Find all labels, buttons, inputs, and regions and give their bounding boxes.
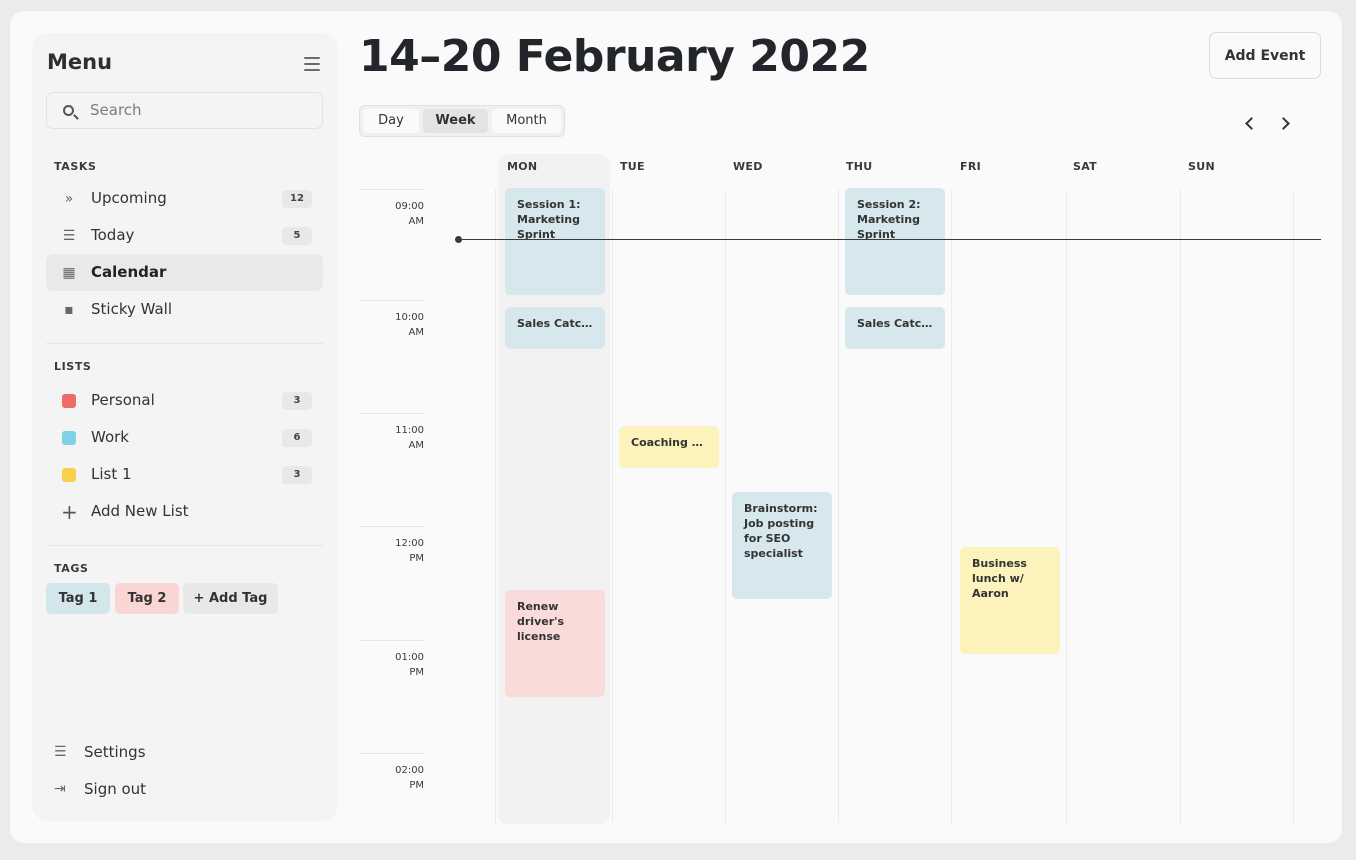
list-color-swatch (62, 394, 76, 408)
sidebar-item-label: Work (91, 428, 129, 446)
event-brainstorm-job-posting[interactable]: Brainstorm: Job posting for SEO speciali… (732, 492, 832, 599)
sign-out-button[interactable]: ⇥ Sign out (46, 774, 323, 804)
double-chevron-right-icon: » (64, 191, 74, 207)
view-day-button[interactable]: Day (363, 109, 419, 133)
view-week-button[interactable]: Week (423, 109, 488, 133)
tag-2-chip[interactable]: Tag 2 (115, 583, 179, 614)
count-badge: 5 (282, 227, 312, 245)
sidebar-item-upcoming[interactable]: » Upcoming 12 (46, 180, 323, 217)
list-color-swatch (62, 431, 76, 445)
previous-week-arrow-icon[interactable] (1242, 115, 1256, 131)
time-label-1000: 10:00 AM (395, 312, 424, 338)
event-session-2-marketing-sprint[interactable]: Session 2: Marketing Sprint (845, 188, 945, 295)
event-renew-drivers-license[interactable]: Renew driver's license (505, 590, 605, 697)
divider (46, 343, 323, 344)
search-input[interactable] (90, 101, 310, 119)
day-header-tue: TUE (620, 160, 645, 173)
time-label-1100: 11:00 AM (395, 425, 424, 451)
event-coaching-session[interactable]: Coaching s... (619, 426, 719, 468)
sidebar-item-label: Sticky Wall (91, 300, 173, 318)
view-month-button[interactable]: Month (492, 109, 561, 133)
day-header-sat: SAT (1073, 160, 1097, 173)
tags-section-label: TAGS (54, 562, 89, 575)
hour-line (360, 640, 424, 641)
grid-line (951, 189, 952, 823)
event-session-1-marketing-sprint[interactable]: Session 1: Marketing Sprint (505, 188, 605, 295)
day-header-wed: WED (733, 160, 763, 173)
view-switcher: Day Week Month (359, 105, 565, 137)
day-header-mon: MON (507, 160, 538, 173)
day-header-thu: THU (846, 160, 873, 173)
hamburger-menu-icon[interactable] (304, 57, 320, 71)
hour-line (360, 300, 424, 301)
list-color-swatch (62, 468, 76, 482)
day-header-fri: FRI (960, 160, 981, 173)
sidebar: Menu TASKS » Upcoming 12 ☰ Today 5 ▦ Cal… (32, 33, 338, 821)
settings-label: Settings (84, 743, 146, 761)
day-header-sun: SUN (1188, 160, 1215, 173)
event-sales-catch-up-mon[interactable]: Sales Catch... (505, 307, 605, 349)
lists-section-label: LISTS (54, 360, 92, 373)
settings-button[interactable]: ☰ Settings (46, 737, 323, 767)
sidebar-item-today[interactable]: ☰ Today 5 (46, 217, 323, 254)
grid-line (1293, 189, 1294, 823)
grid-line (1066, 189, 1067, 823)
sidebar-item-label: List 1 (91, 465, 132, 483)
add-tag-button[interactable]: + Add Tag (183, 583, 278, 614)
event-business-lunch-aaron[interactable]: Business lunch w/ Aaron (960, 547, 1060, 654)
event-sales-catch-up-thu[interactable]: Sales Catch... (845, 307, 945, 349)
time-label-0200: 02:00 PM (395, 765, 424, 791)
hour-line (360, 753, 424, 754)
page-title: 14–20 February 2022 (359, 31, 870, 82)
checklist-icon: ☰ (62, 228, 76, 244)
grid-line (1180, 189, 1181, 823)
time-label-1200: 12:00 PM (395, 538, 424, 564)
sidebar-item-work[interactable]: Work 6 (46, 419, 323, 456)
next-week-arrow-icon[interactable] (1278, 115, 1292, 131)
time-label-0900: 09:00 AM (395, 201, 424, 227)
time-label-0100: 01:00 PM (395, 652, 424, 678)
menu-title: Menu (47, 50, 113, 74)
grid-line (495, 189, 496, 823)
count-badge: 3 (282, 392, 312, 410)
sidebar-item-label: Calendar (91, 263, 167, 281)
grid-line (725, 189, 726, 823)
sticky-note-icon: ▪ (64, 302, 74, 318)
hour-line (360, 413, 424, 414)
grid-line (612, 189, 613, 823)
sign-out-label: Sign out (84, 780, 147, 798)
sidebar-item-label: Today (91, 226, 135, 244)
current-time-line (458, 239, 1321, 240)
current-time-dot (455, 236, 462, 243)
sidebar-item-personal[interactable]: Personal 3 (46, 382, 323, 419)
app-window: Menu TASKS » Upcoming 12 ☰ Today 5 ▦ Cal… (10, 11, 1342, 843)
sign-out-icon: ⇥ (54, 781, 66, 797)
count-badge: 6 (282, 429, 312, 447)
search-icon (63, 105, 74, 116)
add-new-list-button[interactable]: + Add New List (46, 493, 323, 530)
hour-line (360, 526, 424, 527)
tasks-section-label: TASKS (54, 160, 97, 173)
sidebar-item-calendar[interactable]: ▦ Calendar (46, 254, 323, 291)
add-new-list-label: Add New List (91, 502, 189, 520)
calendar-icon: ▦ (62, 265, 76, 281)
tag-1-chip[interactable]: Tag 1 (46, 583, 110, 614)
sidebar-item-label: Personal (91, 391, 155, 409)
hour-line (360, 189, 424, 190)
count-badge: 3 (282, 466, 312, 484)
sidebar-item-list-1[interactable]: List 1 3 (46, 456, 323, 493)
sidebar-item-sticky-wall[interactable]: ▪ Sticky Wall (46, 291, 323, 328)
plus-icon: + (61, 500, 78, 524)
count-badge: 12 (282, 190, 312, 208)
grid-line (838, 189, 839, 823)
search-box[interactable] (46, 92, 323, 129)
sliders-icon: ☰ (54, 744, 67, 760)
divider (46, 545, 323, 546)
add-event-button[interactable]: Add Event (1209, 32, 1321, 79)
sidebar-item-label: Upcoming (91, 189, 167, 207)
